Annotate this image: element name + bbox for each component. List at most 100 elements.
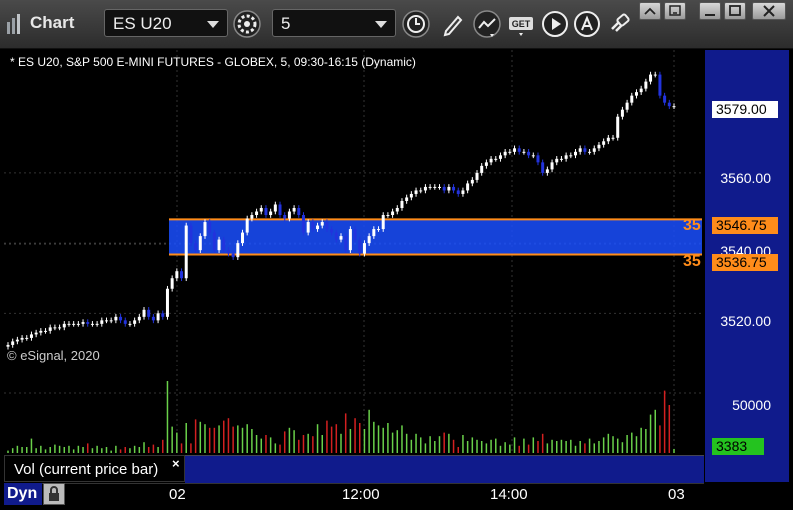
maximize-button[interactable] (724, 2, 746, 20)
alerts-button[interactable] (572, 9, 602, 39)
candle-body (545, 169, 549, 173)
symbol-value: ES U20 (113, 14, 172, 33)
candle-body (541, 162, 545, 173)
svg-text:GET: GET (512, 19, 531, 29)
price-zone (169, 219, 702, 255)
candle-body (100, 320, 104, 324)
candle-body (255, 211, 259, 216)
candle-body (419, 190, 423, 192)
minimize-button[interactable] (699, 2, 721, 20)
candle-body (564, 155, 568, 159)
candle-body (165, 288, 169, 317)
candle-body (62, 323, 66, 328)
candle-body (297, 208, 301, 216)
candle-body (522, 151, 526, 153)
link-button[interactable] (604, 9, 634, 39)
pin-window-button[interactable] (664, 2, 686, 20)
candle-body (616, 116, 620, 138)
candle-body (377, 229, 381, 231)
candle-body (442, 186, 446, 191)
candle-body (400, 200, 404, 208)
candle-body (461, 190, 465, 194)
candle-body (311, 222, 315, 230)
close-button[interactable] (752, 2, 786, 20)
interval-select[interactable]: 5 (272, 9, 396, 37)
price-plot[interactable] (4, 50, 704, 366)
candle-body (452, 186, 456, 191)
time-tick: 12:00 (342, 486, 380, 503)
candle-body (489, 158, 493, 163)
price-pane[interactable]: * ES U20, S&P 500 E-MINI FUTURES - GLOBE… (4, 50, 704, 366)
drawing-tools-button[interactable] (438, 9, 468, 39)
candle-body (44, 330, 48, 332)
candle-body (72, 323, 76, 325)
candle-body (67, 323, 71, 325)
candle-body (90, 323, 94, 325)
candle-body (433, 186, 437, 188)
candle-body (428, 186, 432, 188)
upper-line-price-tag: 3546.75 (712, 217, 778, 234)
candle-body (325, 222, 329, 230)
volume-legend-text: Vol (current price bar) (14, 461, 159, 478)
candle-body (11, 341, 15, 345)
time-axis[interactable]: 02 12:00 14:00 03 (4, 483, 704, 506)
candle-body (409, 193, 413, 198)
candle-body (606, 137, 610, 142)
candle-body (672, 106, 676, 108)
candle-body (480, 165, 484, 173)
candle-body (39, 330, 43, 333)
candle-body (470, 179, 474, 184)
minimize-icon (705, 14, 715, 16)
candle-body (137, 316, 141, 321)
candle-body (119, 316, 123, 321)
app-logo-icon (7, 14, 20, 34)
play-button[interactable] (540, 9, 570, 39)
candle-body (555, 158, 559, 163)
symbol-select[interactable]: ES U20 (104, 9, 228, 37)
volume-pane[interactable] (4, 369, 704, 453)
candle-body (250, 215, 254, 219)
close-study-icon[interactable]: × (172, 456, 180, 471)
candle-body (531, 155, 535, 157)
time-template-button[interactable] (401, 9, 431, 39)
chart-frame: * ES U20, S&P 500 E-MINI FUTURES - GLOBE… (4, 50, 789, 506)
candle-body (212, 232, 216, 251)
candle-body (34, 332, 38, 335)
time-tick: 03 (668, 486, 685, 503)
candle-body (156, 313, 160, 321)
volume-plot[interactable] (4, 369, 704, 453)
candle-body (170, 278, 174, 289)
get-data-button[interactable]: GET (506, 9, 536, 39)
candle-body (437, 186, 441, 188)
candle-body (358, 239, 362, 254)
chart-caption: * ES U20, S&P 500 E-MINI FUTURES - GLOBE… (10, 55, 416, 69)
candle-body (25, 337, 29, 339)
studies-button[interactable] (472, 9, 502, 39)
candle-body (259, 208, 263, 212)
candle-body (414, 190, 418, 194)
candle-body (334, 232, 338, 240)
candle-body (48, 327, 52, 331)
dynamic-mode-button[interactable]: Dyn (4, 483, 42, 505)
candle-body (226, 250, 230, 254)
candle-body (231, 253, 235, 258)
price-tick: 3560.00 (720, 170, 771, 186)
candle-body (423, 186, 427, 191)
time-tick: 02 (169, 486, 186, 503)
candle-body (578, 148, 582, 152)
restore-icon (644, 7, 656, 15)
candle-body (95, 323, 99, 325)
restore-window-button[interactable] (639, 2, 661, 20)
settings-button[interactable] (232, 9, 262, 39)
candle-body (611, 137, 615, 139)
candle-body (217, 239, 221, 251)
candle-body (264, 208, 268, 216)
candle-body (6, 344, 10, 347)
lock-button[interactable] (43, 483, 65, 505)
candle-body (353, 229, 357, 240)
price-axis[interactable]: 3560.00 3540.00 3520.00 3579.00 3546.75 … (705, 50, 789, 482)
candle-body (306, 222, 310, 233)
candle-body (536, 155, 540, 163)
candle-body (372, 229, 376, 237)
candle-body (184, 225, 188, 279)
